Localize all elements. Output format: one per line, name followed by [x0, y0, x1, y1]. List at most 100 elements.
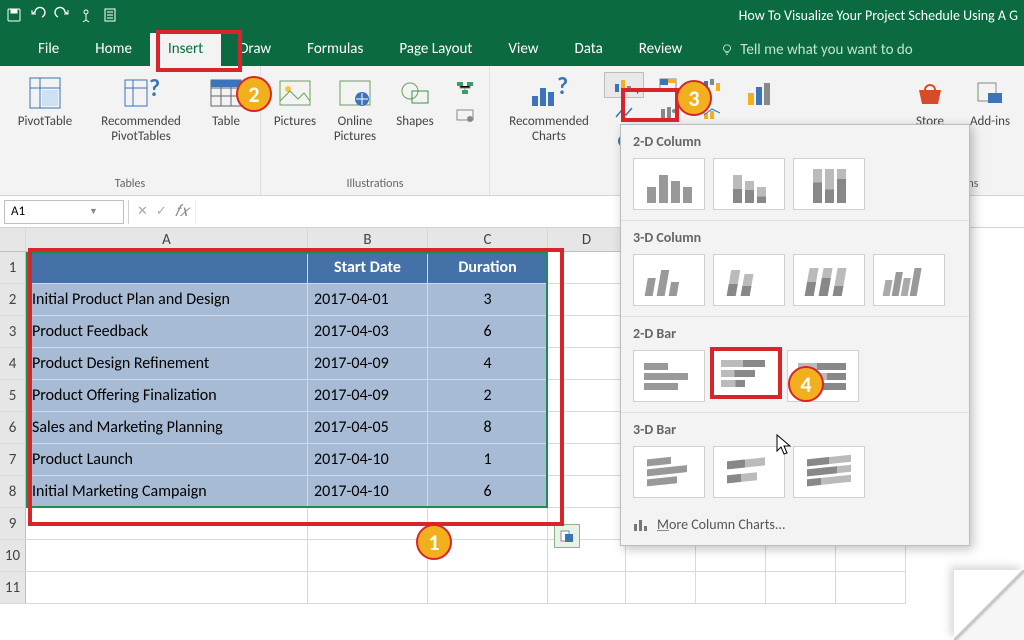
clustered-column-thumb[interactable]: [633, 158, 705, 210]
cell[interactable]: [308, 508, 428, 540]
tab-insert[interactable]: Insert: [150, 33, 221, 66]
cell[interactable]: [548, 412, 626, 444]
cell[interactable]: 2017-04-09: [308, 380, 428, 412]
3d-100-stacked-column-thumb[interactable]: [793, 254, 865, 306]
recommended-pivottables-button[interactable]: ? Recommended PivotTables: [86, 70, 196, 148]
clustered-bar-thumb[interactable]: [633, 350, 705, 402]
cell[interactable]: [548, 572, 626, 604]
cell[interactable]: 1: [428, 444, 548, 476]
row-header[interactable]: 4: [0, 348, 26, 380]
cell[interactable]: 6: [428, 476, 548, 508]
3d-100-stacked-bar-thumb[interactable]: [793, 446, 865, 498]
3d-clustered-bar-thumb[interactable]: [633, 446, 705, 498]
row-header[interactable]: 5: [0, 380, 26, 412]
recommended-charts-button[interactable]: ? Recommended Charts: [494, 70, 604, 148]
stacked-bar-thumb[interactable]: [710, 347, 782, 399]
redo-icon[interactable]: [54, 7, 70, 23]
insert-line-chart-button[interactable]: [604, 100, 644, 126]
tell-me-search[interactable]: Tell me what you want to do: [720, 34, 912, 66]
cell[interactable]: 6: [428, 316, 548, 348]
insert-column-chart-button[interactable]: ▼: [604, 72, 644, 98]
enter-formula-icon[interactable]: ✓: [156, 204, 167, 219]
smartart-button[interactable]: [445, 74, 485, 100]
cell[interactable]: 2017-04-01: [308, 284, 428, 316]
pivottable-button[interactable]: PivotTable: [4, 70, 86, 133]
insert-hierarchy-chart-button[interactable]: [648, 72, 688, 98]
cell[interactable]: 3: [428, 284, 548, 316]
cell[interactable]: Product Launch: [26, 444, 308, 476]
cell[interactable]: [308, 572, 428, 604]
col-header-A[interactable]: A: [26, 228, 308, 252]
insert-waterfall-chart-button[interactable]: [692, 72, 732, 98]
tab-formulas[interactable]: Formulas: [289, 33, 381, 66]
document-icon[interactable]: [102, 7, 118, 23]
tab-data[interactable]: Data: [556, 33, 620, 66]
cell-C1[interactable]: Duration: [428, 252, 548, 284]
paste-options-button[interactable]: [554, 524, 580, 548]
row-header[interactable]: 9: [0, 508, 26, 540]
pivotchart-button[interactable]: [732, 70, 792, 118]
undo-icon[interactable]: [30, 7, 46, 23]
3d-stacked-column-thumb[interactable]: [713, 254, 785, 306]
cell[interactable]: 2017-04-03: [308, 316, 428, 348]
3d-clustered-column-thumb[interactable]: [633, 254, 705, 306]
col-header-D[interactable]: D: [548, 228, 626, 252]
stacked-column-thumb[interactable]: [713, 158, 785, 210]
cell-A1[interactable]: [26, 252, 308, 284]
cell[interactable]: 4: [428, 348, 548, 380]
select-all-corner[interactable]: [0, 228, 26, 252]
tab-page-layout[interactable]: Page Layout: [381, 33, 490, 66]
tab-file[interactable]: File: [20, 33, 77, 66]
row-header[interactable]: 10: [0, 540, 26, 572]
cell[interactable]: [548, 316, 626, 348]
cell[interactable]: [428, 572, 548, 604]
cell[interactable]: [428, 508, 548, 540]
cell[interactable]: Initial Product Plan and Design: [26, 284, 308, 316]
cell[interactable]: [766, 572, 836, 604]
row-header[interactable]: 8: [0, 476, 26, 508]
name-box-dropdown-icon[interactable]: ▼: [64, 206, 123, 217]
cell[interactable]: [548, 348, 626, 380]
cell[interactable]: [696, 572, 766, 604]
more-column-charts-link[interactable]: MMore Column Charts...ore Column Charts.…: [621, 508, 969, 541]
row-header[interactable]: 3: [0, 316, 26, 348]
col-header-C[interactable]: C: [428, 228, 548, 252]
cell[interactable]: [26, 572, 308, 604]
cell[interactable]: Product Design Refinement: [26, 348, 308, 380]
shapes-button[interactable]: Shapes: [385, 70, 445, 133]
cell[interactable]: [26, 540, 308, 572]
cell[interactable]: Product Feedback: [26, 316, 308, 348]
insert-combo-chart-button[interactable]: [692, 100, 732, 126]
row-header[interactable]: 11: [0, 572, 26, 604]
name-box[interactable]: A1 ▼: [4, 200, 124, 224]
100-stacked-column-thumb[interactable]: [793, 158, 865, 210]
cell[interactable]: Initial Marketing Campaign: [26, 476, 308, 508]
cell[interactable]: [548, 444, 626, 476]
tab-home[interactable]: Home: [77, 33, 150, 66]
col-header-B[interactable]: B: [308, 228, 428, 252]
table-button[interactable]: Table: [196, 70, 256, 133]
cell[interactable]: [26, 508, 308, 540]
tab-review[interactable]: Review: [621, 33, 701, 66]
cell[interactable]: [308, 540, 428, 572]
save-icon[interactable]: [6, 7, 22, 23]
100-stacked-bar-thumb[interactable]: [787, 350, 859, 402]
3d-stacked-bar-thumb[interactable]: [713, 446, 785, 498]
cell[interactable]: 2: [428, 380, 548, 412]
cell[interactable]: [548, 252, 626, 284]
cell[interactable]: 2017-04-09: [308, 348, 428, 380]
screenshot-button[interactable]: [445, 102, 485, 128]
row-header[interactable]: 7: [0, 444, 26, 476]
3d-column-thumb[interactable]: [873, 254, 945, 306]
cell[interactable]: [548, 476, 626, 508]
cell[interactable]: [626, 572, 696, 604]
cell[interactable]: 2017-04-05: [308, 412, 428, 444]
tab-draw[interactable]: Draw: [221, 33, 289, 66]
online-pictures-button[interactable]: Online Pictures: [325, 70, 385, 148]
cell[interactable]: Sales and Marketing Planning: [26, 412, 308, 444]
cell-B1[interactable]: Start Date: [308, 252, 428, 284]
touch-mode-icon[interactable]: [78, 7, 94, 23]
cell[interactable]: Product Offering Finalization: [26, 380, 308, 412]
insert-statistic-chart-button[interactable]: [648, 100, 688, 126]
row-header[interactable]: 1: [0, 252, 26, 284]
